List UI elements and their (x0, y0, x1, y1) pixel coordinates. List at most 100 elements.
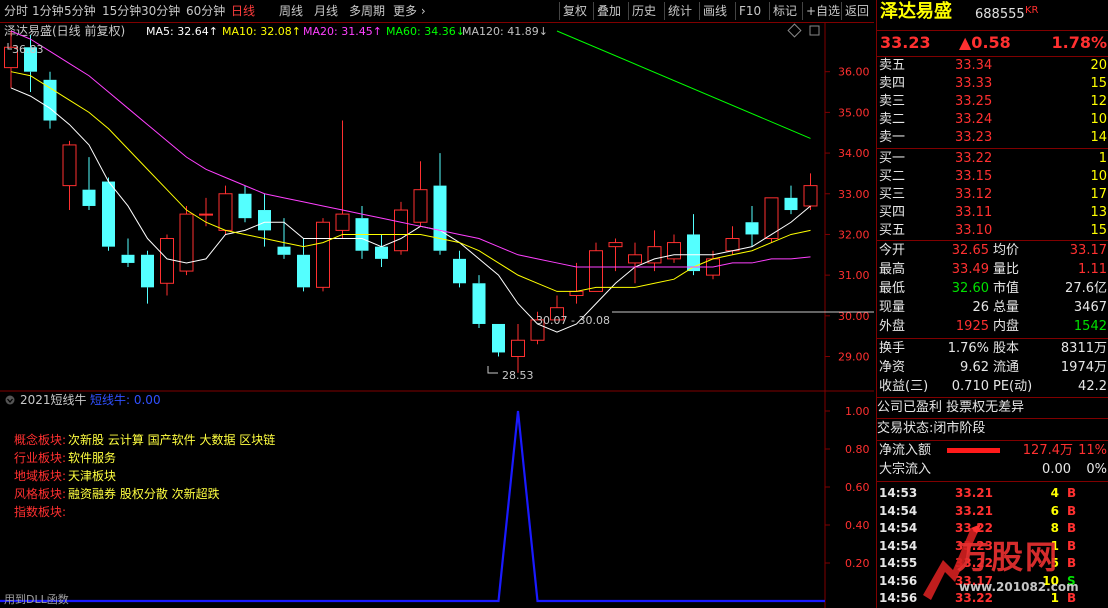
period-tab-9[interactable]: 多周期 (349, 3, 385, 19)
stat-value: 8311万 (1060, 341, 1107, 356)
block-flow-value: 0.00 (1042, 462, 1071, 477)
bid-row-2: 买三 33.12 17 (877, 186, 1108, 204)
sector-block-label: 风格板块: (14, 487, 67, 501)
block-flow-row: 大宗流入 0.00 0% (877, 461, 1108, 479)
level-price: 33.10 (955, 223, 993, 238)
period-tab-2[interactable]: 5分钟 (64, 3, 96, 19)
stat-row-3: 现量 26 总量 3467 (877, 299, 1108, 317)
sector-block-value: 融资融券 股权分散 次新超跌 (68, 487, 220, 501)
level-volume: 15 (1090, 76, 1107, 91)
stat2-row-0: 换手 1.76% 股本 8311万 (877, 340, 1108, 358)
period-tab-6[interactable]: 日线 (231, 3, 255, 19)
block-flow-label: 大宗流入 (879, 462, 932, 477)
stat-label: 流通 (993, 360, 1020, 375)
level-price: 33.34 (955, 58, 993, 73)
tool-button-4[interactable]: 画线 (703, 3, 727, 19)
watermark-url: www.201082.com (959, 580, 1079, 594)
price-tick-5: 31.00 (838, 269, 870, 282)
stat-label: 收益(三) (879, 379, 929, 394)
stat-value: 42.2 (1078, 379, 1107, 394)
level-label: 卖一 (879, 130, 906, 145)
stat-row-1: 最高 33.49 量比 1.11 (877, 261, 1108, 279)
stat-label: 净资 (879, 360, 906, 375)
tick-price: 33.21 (955, 486, 993, 500)
level-price: 33.15 (955, 169, 993, 184)
tool-button-6[interactable]: 标记 (773, 3, 797, 19)
stat-value: 33.17 (1069, 243, 1107, 258)
low-label: 28.53 (502, 369, 534, 382)
period-tab-10[interactable]: 更多 › (393, 3, 426, 19)
note-profit: 公司已盈利 投票权无差异 (877, 400, 1025, 415)
block-flow-pct: 0% (1086, 462, 1107, 477)
stat-value: 0.710 (951, 379, 989, 394)
stat-value: 1974万 (1060, 360, 1107, 375)
tick-time: 14:54 (879, 521, 918, 535)
tick-price: 33.21 (955, 503, 993, 518)
stat-label: 内盘 (993, 319, 1020, 334)
tool-button-7[interactable]: +自选 (806, 3, 840, 19)
tick-time: 14:54 (879, 503, 918, 518)
level-price: 33.33 (955, 76, 993, 91)
level-label: 卖二 (879, 112, 906, 127)
level-price: 33.25 (955, 94, 993, 109)
stat-value: 33.49 (951, 262, 989, 277)
tool-button-1[interactable]: 叠加 (597, 3, 621, 19)
quote-panel: 泽达易盛 688555 KR 33.23 ▲0.58 1.78% 卖五 33.34… (876, 0, 1108, 608)
tool-button-8[interactable]: 返回 (845, 3, 869, 19)
period-tab-3[interactable]: 15分钟 (102, 3, 141, 19)
bid-row-0: 买一 33.22 1 (877, 150, 1108, 168)
ask-row-0: 卖五 33.34 20 (877, 57, 1108, 75)
period-toolbar: 分时 1分钟 5分钟 15分钟 30分钟 60分钟 日线 周线 月线 多周期 更多 › 复权 叠加 历史统… (0, 0, 874, 23)
price-tick-0: 36.00 (838, 66, 870, 79)
stat-value: 3467 (1073, 300, 1107, 315)
stat-value: 26 (972, 300, 989, 315)
tick-side: B (1067, 486, 1077, 500)
level-price: 33.12 (955, 187, 993, 202)
period-tab-0[interactable]: 分时 (4, 3, 28, 19)
level-volume: 17 (1090, 187, 1107, 202)
netflow-value: 127.4万 (1022, 443, 1073, 458)
stat-value: 1.11 (1078, 262, 1107, 277)
tool-button-5[interactable]: F10 (739, 3, 761, 19)
stat-label: 最高 (879, 262, 906, 277)
tick-volume: 4 (1050, 486, 1059, 500)
indicator-value: 短线牛: 0.00 (90, 392, 161, 407)
netflow-row: 净流入额 127.4万 11% (877, 442, 1108, 460)
kr-badge: KR (1025, 5, 1039, 16)
bid-row-3: 买四 33.11 13 (877, 204, 1108, 222)
level-volume: 14 (1090, 130, 1107, 145)
level-volume: 12 (1090, 94, 1107, 109)
price-tick-1: 35.00 (838, 106, 870, 119)
tool-button-3[interactable]: 统计 (668, 3, 692, 19)
high-label: 36.83 (12, 43, 44, 56)
collapse-icon[interactable] (5, 395, 15, 405)
netflow-label: 净流入额 (879, 443, 932, 458)
price-row: 33.23 ▲0.58 1.78% (877, 33, 1108, 53)
period-tab-1[interactable]: 1分钟 (32, 3, 64, 19)
sector-block-label: 概念板块: (14, 433, 67, 447)
period-tab-7[interactable]: 周线 (279, 3, 303, 19)
kline-chart[interactable]: 泽达易盛(日线 前复权) MA5: 32.64↑ MA10: 32.08↑ MA… (0, 23, 874, 608)
stat2-row-1: 净资 9.62 流通 1974万 (877, 359, 1108, 377)
note-status: 交易状态:闭市阶段 (877, 421, 986, 436)
tool-button-0[interactable]: 复权 (563, 3, 587, 19)
period-tab-4[interactable]: 30分钟 (141, 3, 180, 19)
level-volume: 15 (1090, 223, 1107, 238)
candle-25 (492, 323, 505, 357)
netflow-pct: 11% (1078, 443, 1107, 458)
tick-row-0: 14:53 33.21 4 B (877, 484, 1108, 502)
level-price: 33.23 (955, 130, 993, 145)
period-tab-8[interactable]: 月线 (314, 3, 338, 19)
stat-label: 现量 (879, 300, 906, 315)
level-label: 卖三 (879, 94, 906, 109)
stat-label: 换手 (879, 341, 906, 356)
bid-row-4: 买五 33.10 15 (877, 222, 1108, 240)
price-tick-7: 29.00 (838, 351, 870, 364)
stat-label: 股本 (993, 341, 1020, 356)
tool-button-2[interactable]: 历史 (632, 3, 656, 19)
indicator-tick-3: 0.40 (845, 519, 870, 532)
tick-time: 14:54 (879, 538, 918, 553)
tick-time: 14:56 (879, 591, 918, 605)
period-tab-5[interactable]: 60分钟 (186, 3, 225, 19)
ask-row-1: 卖四 33.33 15 (877, 75, 1108, 93)
